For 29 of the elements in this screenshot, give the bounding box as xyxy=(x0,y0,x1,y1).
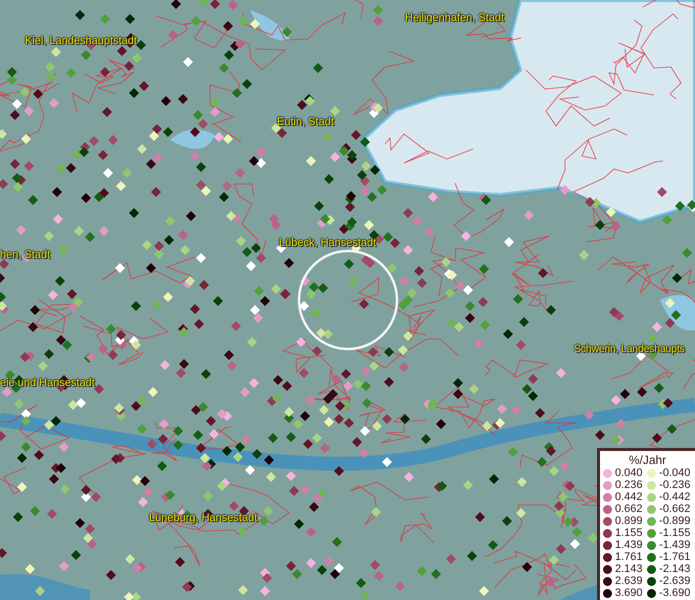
legend-label: 1.155 xyxy=(615,527,643,539)
legend-title: %/Jahr xyxy=(628,453,668,467)
legend-label: -0.040 xyxy=(659,467,690,479)
place-label: Heiligenhafen, Stadt xyxy=(405,12,504,24)
legend-label: -1.439 xyxy=(659,539,690,551)
legend-label: 0.236 xyxy=(615,479,643,491)
legend-label: -1.155 xyxy=(659,527,690,539)
map-drawing[interactable] xyxy=(0,0,695,600)
legend-label: -0.899 xyxy=(659,515,690,527)
place-label: Eutin, Stadt xyxy=(277,116,334,128)
legend-label: -3.690 xyxy=(659,587,690,599)
legend-label: -1.761 xyxy=(659,551,690,563)
legend-label: -2.639 xyxy=(659,575,690,587)
legend-label: 0.662 xyxy=(615,503,643,515)
legend-label: -0.662 xyxy=(659,503,690,515)
legend-label: -2.143 xyxy=(659,563,690,575)
legend-label: 2.639 xyxy=(615,575,643,587)
legend-label: 0.040 xyxy=(615,467,643,479)
legend-label: 2.143 xyxy=(615,563,643,575)
legend-label: 0.442 xyxy=(615,491,643,503)
legend-label: 1.439 xyxy=(615,539,643,551)
place-label: Lübeck, Hansestadt xyxy=(279,237,376,249)
place-label: Schwerin, Landeshaupts xyxy=(574,343,685,355)
legend-label: 0.899 xyxy=(615,515,643,527)
legend-label: -0.236 xyxy=(659,479,690,491)
legend-label: 3.690 xyxy=(615,587,643,599)
selection-circle[interactable] xyxy=(298,250,398,350)
legend-label: -0.442 xyxy=(659,491,690,503)
legend-label: 1.761 xyxy=(615,551,643,563)
